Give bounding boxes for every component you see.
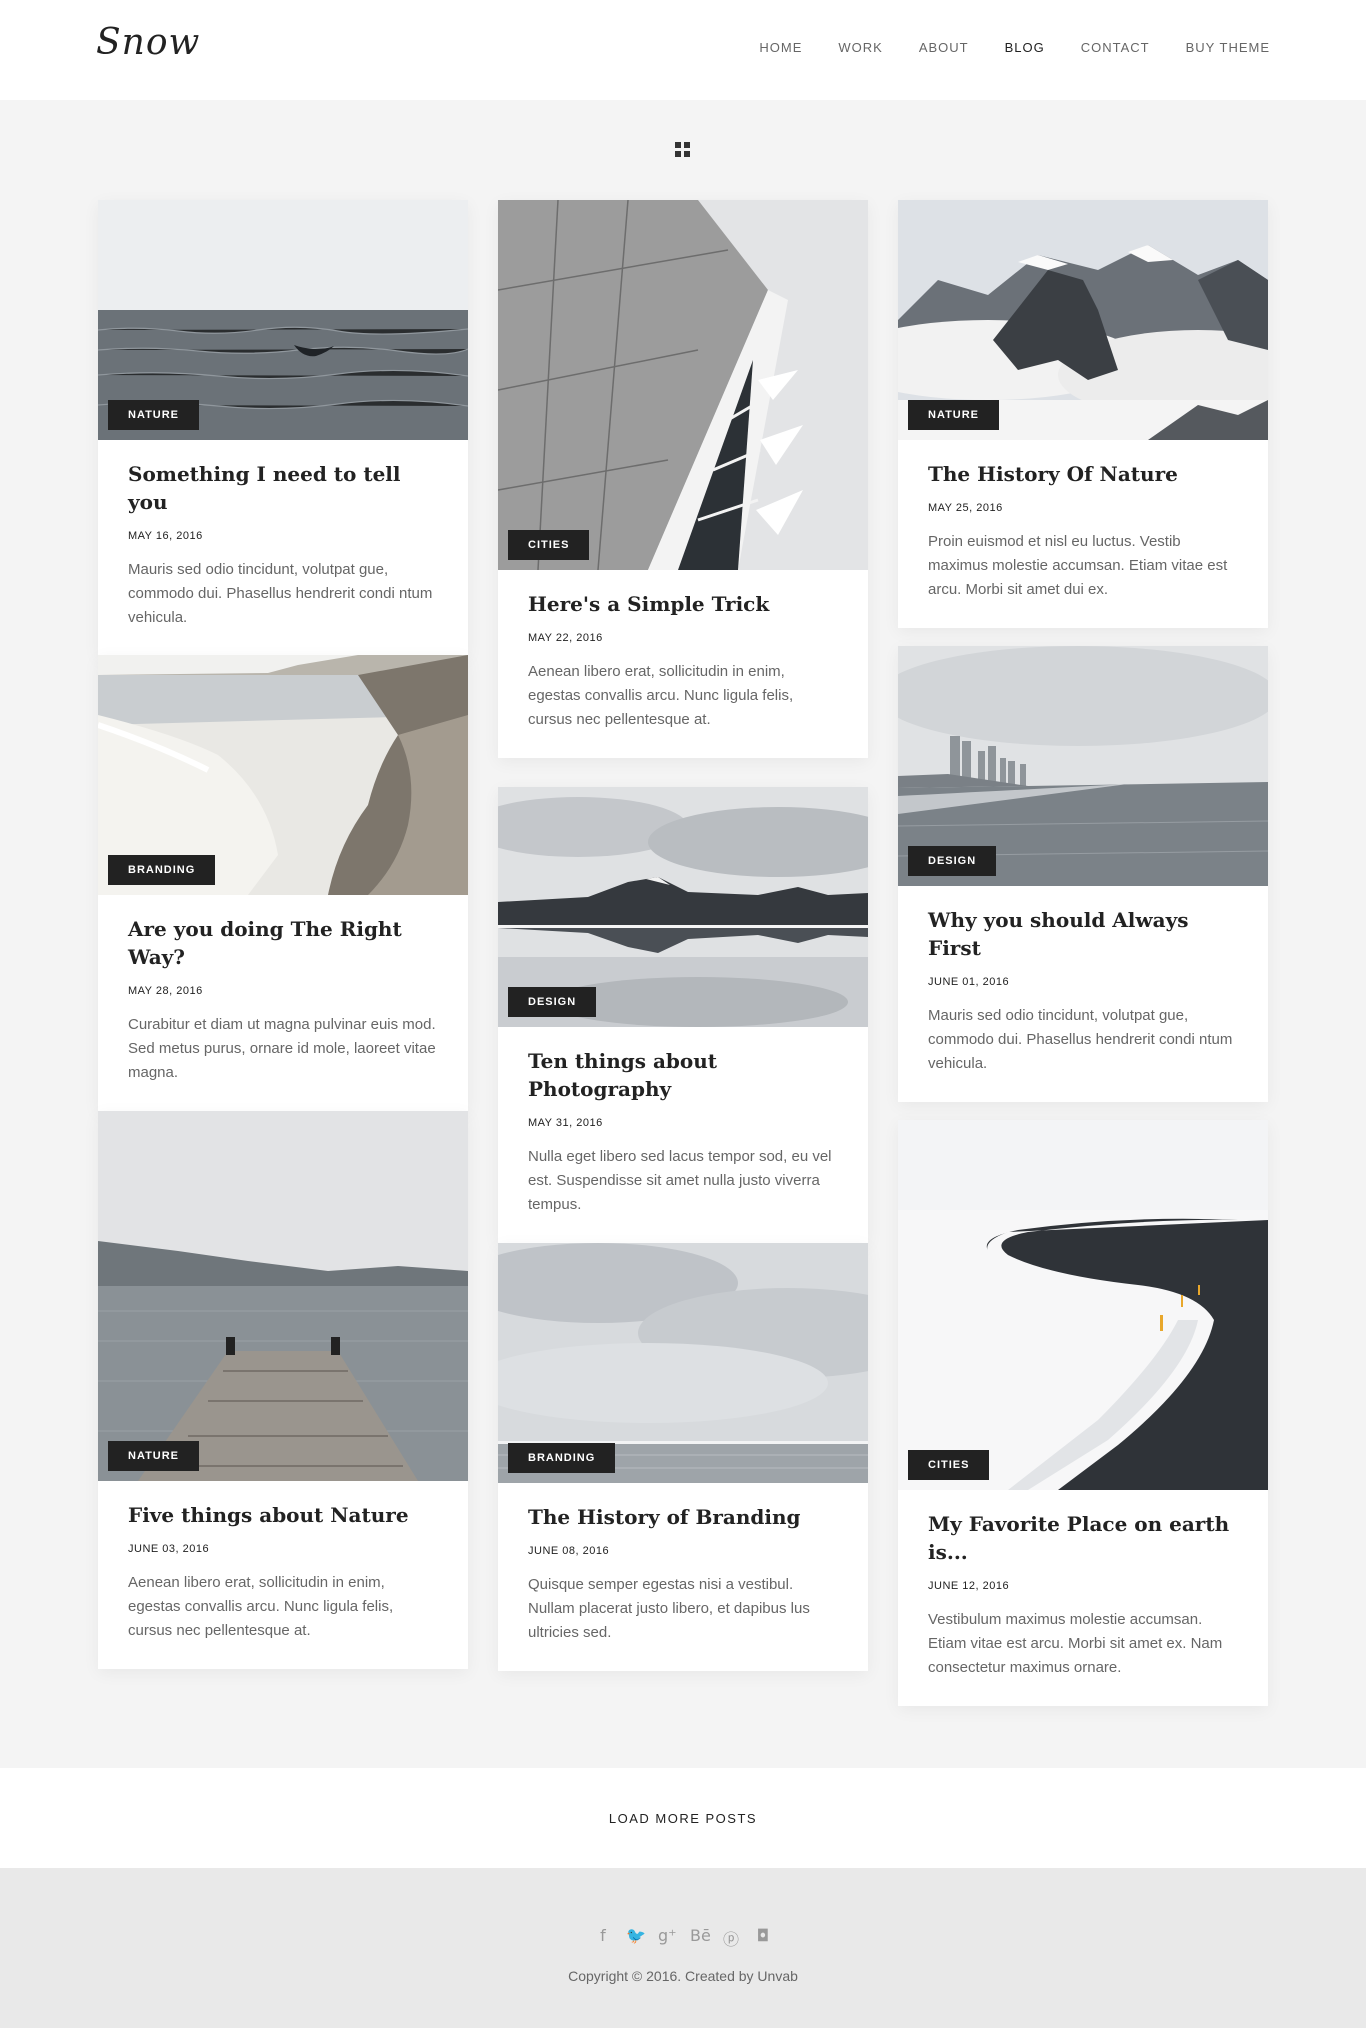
category-tag[interactable]: CITIES: [508, 530, 590, 560]
behance-icon[interactable]: Bē: [690, 1926, 711, 1950]
post-card[interactable]: DESIGN Ten things about Photography MAY …: [498, 787, 868, 1243]
post-card[interactable]: BRANDING The History of Branding JUNE 08…: [498, 1243, 868, 1671]
site-header: Snow HOME WORK ABOUT BLOG CONTACT BUY TH…: [0, 0, 1366, 100]
instagram-icon[interactable]: ◘: [754, 1926, 772, 1950]
load-more-button[interactable]: LOAD MORE POSTS: [609, 1811, 757, 1826]
post-excerpt: Mauris sed odio tincidunt, volutpat gue,…: [128, 561, 433, 626]
category-tag[interactable]: NATURE: [108, 400, 200, 430]
post-date: MAY 22, 2016: [528, 632, 603, 644]
post-card[interactable]: NATURE Something I need to tell you MAY …: [98, 200, 468, 656]
facebook-icon[interactable]: f: [594, 1926, 612, 1950]
post-date: JUNE 12, 2016: [928, 1580, 1010, 1592]
post-excerpt: Mauris sed odio tincidunt, volutpat gue,…: [928, 1007, 1233, 1072]
category-tag[interactable]: BRANDING: [108, 855, 216, 885]
post-date: JUNE 03, 2016: [128, 1543, 210, 1555]
post-card[interactable]: NATURE The History Of Nature MAY 25, 201…: [898, 200, 1268, 628]
post-card[interactable]: NATURE Five things about Nature JUNE 03,…: [98, 1111, 468, 1669]
post-date: MAY 28, 2016: [128, 985, 203, 997]
post-excerpt: Proin euismod et nisl eu luctus. Vestib …: [928, 533, 1228, 598]
post-title[interactable]: Why you should Always First: [928, 906, 1238, 962]
nav-contact[interactable]: CONTACT: [1081, 40, 1150, 55]
post-date: MAY 25, 2016: [928, 502, 1003, 514]
post-image-building[interactable]: CITIES: [498, 200, 868, 570]
post-title[interactable]: Ten things about Photography: [528, 1047, 838, 1103]
post-date: MAY 16, 2016: [128, 530, 203, 542]
category-tag[interactable]: NATURE: [908, 400, 1000, 430]
post-card[interactable]: CITIES Here's a Simple Trick MAY 22, 201…: [498, 200, 868, 758]
nav-home[interactable]: HOME: [759, 40, 802, 55]
post-image-mountain-reflection[interactable]: DESIGN: [498, 787, 868, 1027]
category-tag[interactable]: DESIGN: [508, 987, 597, 1017]
post-image-snow-road[interactable]: CITIES: [898, 1120, 1268, 1490]
post-excerpt: Nulla eget libero sed lacus tempor sod, …: [528, 1148, 832, 1213]
nav-about[interactable]: ABOUT: [919, 40, 969, 55]
category-tag[interactable]: CITIES: [908, 1450, 990, 1480]
nav-work[interactable]: WORK: [838, 40, 882, 55]
post-excerpt: Quisque semper egestas nisi a vestibul. …: [528, 1576, 810, 1641]
post-image-pier[interactable]: NATURE: [98, 1111, 468, 1481]
post-card[interactable]: CITIES My Favorite Place on earth is... …: [898, 1120, 1268, 1706]
post-image-snowy-peaks[interactable]: NATURE: [898, 200, 1268, 440]
twitter-icon[interactable]: 🐦: [626, 1926, 646, 1950]
post-image-cloudy-sea[interactable]: BRANDING: [498, 1243, 868, 1483]
post-image-coastal-city[interactable]: DESIGN: [898, 646, 1268, 886]
post-image-beach[interactable]: BRANDING: [98, 655, 468, 895]
site-logo[interactable]: Snow: [96, 22, 200, 63]
post-date: MAY 31, 2016: [528, 1117, 603, 1129]
pinterest-icon[interactable]: ⓟ: [722, 1926, 740, 1950]
main-nav: HOME WORK ABOUT BLOG CONTACT BUY THEME: [759, 40, 1270, 55]
nav-blog[interactable]: BLOG: [1005, 40, 1045, 55]
google-plus-icon[interactable]: g⁺: [658, 1926, 677, 1950]
post-excerpt: Curabitur et diam ut magna pulvinar euis…: [128, 1016, 436, 1081]
post-card[interactable]: BRANDING Are you doing The Right Way? MA…: [98, 655, 468, 1111]
post-title[interactable]: Something I need to tell you: [128, 460, 438, 516]
post-title[interactable]: The History Of Nature: [928, 460, 1238, 488]
post-title[interactable]: The History of Branding: [528, 1503, 838, 1531]
grid-view-icon[interactable]: [675, 142, 691, 158]
post-date: JUNE 08, 2016: [528, 1545, 610, 1557]
post-title[interactable]: Five things about Nature: [128, 1501, 438, 1529]
post-title[interactable]: Are you doing The Right Way?: [128, 915, 438, 971]
post-title[interactable]: My Favorite Place on earth is...: [928, 1510, 1238, 1566]
copyright-text: Copyright © 2016. Created by Unvab: [568, 1968, 798, 1984]
category-tag[interactable]: NATURE: [108, 1441, 200, 1471]
post-excerpt: Vestibulum maximus molestie accumsan. Et…: [928, 1611, 1223, 1676]
nav-buy-theme[interactable]: BUY THEME: [1186, 40, 1270, 55]
load-more-bar: LOAD MORE POSTS: [0, 1768, 1366, 1868]
site-footer: f 🐦 g⁺ Bē ⓟ ◘ Copyright © 2016. Created …: [0, 1868, 1366, 2028]
post-title[interactable]: Here's a Simple Trick: [528, 590, 838, 618]
category-tag[interactable]: DESIGN: [908, 846, 997, 876]
post-card[interactable]: DESIGN Why you should Always First JUNE …: [898, 646, 1268, 1102]
post-excerpt: Aenean libero erat, sollicitudin in enim…: [128, 1574, 394, 1639]
post-image-whale[interactable]: NATURE: [98, 200, 468, 440]
category-tag[interactable]: BRANDING: [508, 1443, 616, 1473]
post-excerpt: Aenean libero erat, sollicitudin in enim…: [528, 663, 794, 728]
social-links: f 🐦 g⁺ Bē ⓟ ◘: [0, 1926, 1366, 1950]
post-date: JUNE 01, 2016: [928, 976, 1010, 988]
